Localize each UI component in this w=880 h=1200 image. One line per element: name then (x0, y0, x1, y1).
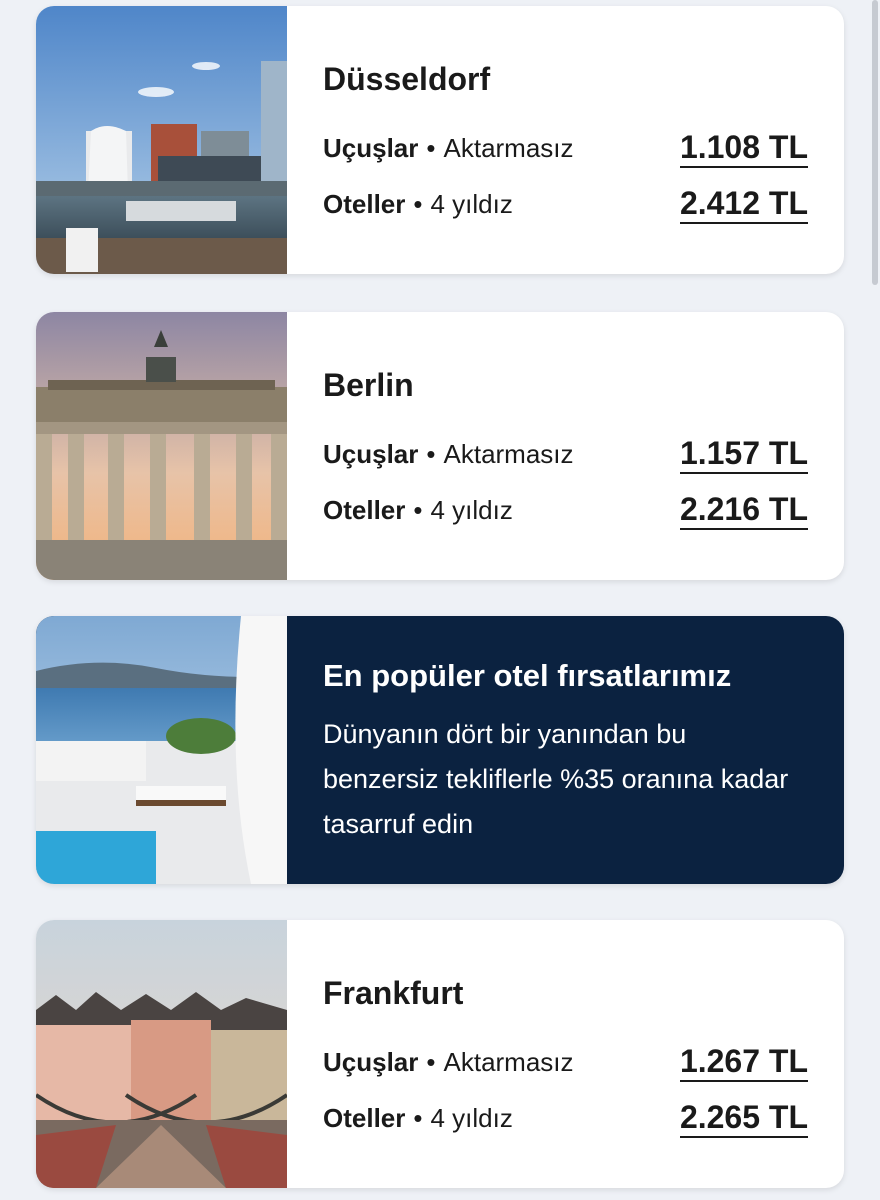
destination-card-dusseldorf[interactable]: Düsseldorf Uçuşlar • Aktarmasız 1.108 TL… (36, 6, 844, 274)
promo-title: En popüler otel fırsatlarımız (323, 658, 732, 693)
city-name: Düsseldorf (323, 61, 491, 97)
destination-image-frankfurt (36, 920, 287, 1188)
flights-row: Uçuşlar • Aktarmasız 1.267 TL (323, 1042, 808, 1082)
hotels-label: Oteller (323, 1102, 406, 1133)
hotels-price-link[interactable]: 2.412 TL (679, 185, 808, 224)
hotels-row: Oteller • 4 yıldız 2.265 TL (323, 1098, 808, 1138)
hotels-price-link[interactable]: 2.265 TL (679, 1099, 808, 1138)
city-name: Berlin (323, 367, 414, 403)
hotels-row: Oteller • 4 yıldız 2.216 TL (323, 490, 808, 530)
hotel-deals-promo-card[interactable]: En popüler otel fırsatlarımız Dünyanın d… (36, 616, 844, 884)
destination-card-frankfurt[interactable]: Frankfurt Uçuşlar • Aktarmasız 1.267 TL … (36, 920, 844, 1188)
flights-label: Uçuşlar (323, 438, 419, 469)
hotels-row: Oteller • 4 yıldız 2.412 TL (323, 184, 808, 224)
separator-dot: • (426, 132, 436, 163)
hotels-label: Oteller (323, 494, 406, 525)
flights-price-link[interactable]: 1.267 TL (679, 1043, 808, 1082)
separator-dot: • (426, 1046, 436, 1077)
scrollbar[interactable] (872, 0, 878, 285)
hotels-detail: 4 yıldız (430, 494, 513, 525)
hotels-detail: 4 yıldız (430, 188, 513, 219)
hotels-price-link[interactable]: 2.216 TL (679, 491, 808, 530)
flights-label: Uçuşlar (323, 132, 419, 163)
flights-detail: Aktarmasız (443, 1046, 574, 1077)
promo-description: Dünyanın dört bir yanından bu benzersiz … (323, 719, 789, 839)
destination-card-berlin[interactable]: Berlin Uçuşlar • Aktarmasız 1.157 TL Ote… (36, 312, 844, 580)
separator-dot: • (426, 438, 436, 469)
separator-dot: • (413, 1102, 423, 1133)
separator-dot: • (413, 494, 423, 525)
destination-image-berlin (36, 312, 287, 580)
flights-price-link[interactable]: 1.157 TL (679, 435, 808, 474)
flights-detail: Aktarmasız (443, 132, 574, 163)
city-name: Frankfurt (323, 975, 464, 1011)
flights-price-link[interactable]: 1.108 TL (679, 129, 808, 168)
promo-image (36, 616, 287, 884)
flights-row: Uçuşlar • Aktarmasız 1.157 TL (323, 434, 808, 474)
flights-label: Uçuşlar (323, 1046, 419, 1077)
destination-image-dusseldorf (36, 6, 287, 274)
flights-row: Uçuşlar • Aktarmasız 1.108 TL (323, 128, 808, 168)
separator-dot: • (413, 188, 423, 219)
hotels-detail: 4 yıldız (430, 1102, 513, 1133)
flights-detail: Aktarmasız (443, 438, 574, 469)
hotels-label: Oteller (323, 188, 406, 219)
